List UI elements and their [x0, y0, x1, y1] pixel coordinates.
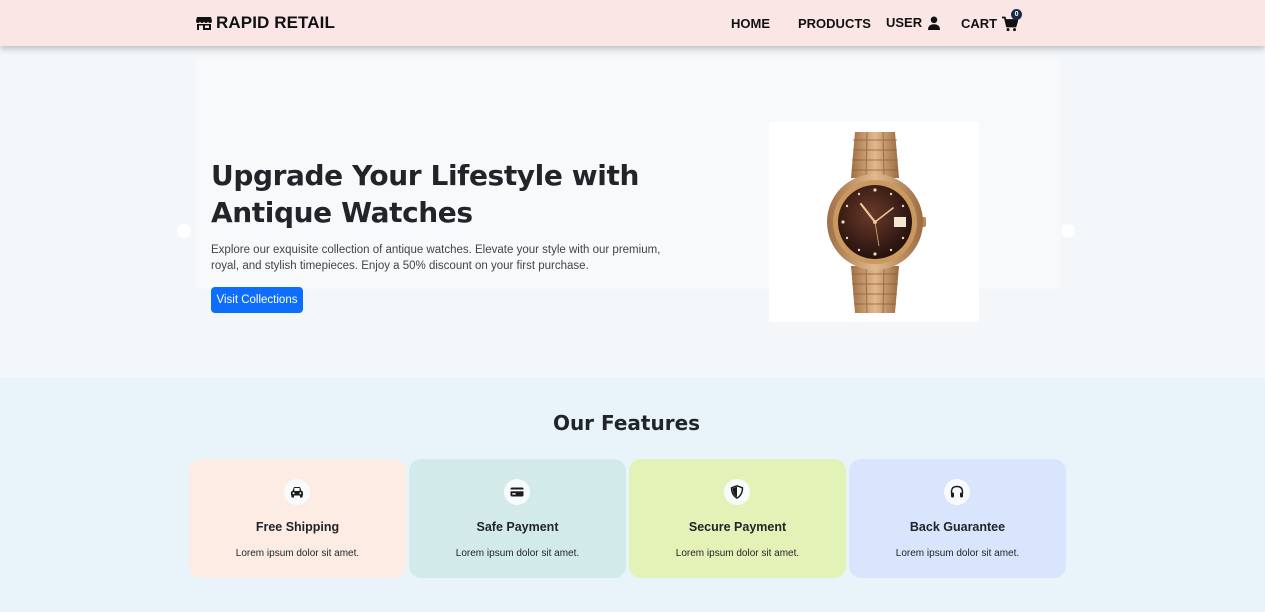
watch-illustration — [827, 131, 926, 314]
feature-icon-wrapper — [504, 479, 530, 505]
feature-description: Lorem ipsum dolor sit amet. — [895, 548, 1020, 559]
brand-logo[interactable]: RAPID RETAIL — [196, 14, 335, 32]
feature-icon-wrapper — [284, 479, 310, 505]
carousel-next-icon[interactable] — [1061, 224, 1075, 238]
nav-home-link[interactable]: HOME — [731, 16, 770, 32]
visit-collections-button[interactable]: Visit Collections — [211, 287, 303, 313]
feature-title: Back Guarantee — [909, 520, 1006, 534]
feature-card-secure-payment: Secure Payment Lorem ipsum dolor sit ame… — [629, 459, 846, 578]
feature-icon-wrapper — [944, 479, 970, 505]
watch-image — [769, 122, 979, 322]
features-title: Our Features — [552, 411, 701, 435]
feature-title: Secure Payment — [688, 520, 787, 534]
nav-user-link[interactable]: USER — [886, 15, 941, 31]
feature-title: Safe Payment — [476, 520, 559, 534]
car-icon — [291, 487, 303, 498]
hero-description: Explore our exquisite collection of anti… — [211, 244, 661, 272]
feature-description: Lorem ipsum dolor sit amet. — [235, 548, 360, 559]
headphones-icon — [950, 485, 964, 498]
nav-cart-link[interactable]: CART 0 — [961, 9, 1023, 32]
hero-title: Upgrade Your Lifestyle with Antique Watc… — [211, 159, 639, 229]
nav-user-label: USER — [886, 15, 923, 30]
nav-products-link[interactable]: PRODUCTS — [798, 16, 871, 32]
user-icon — [928, 16, 941, 30]
navbar: RAPID RETAIL HOME PRODUCTS USER CART 0 — [0, 0, 1265, 46]
cart-icon-wrapper: 0 — [1002, 9, 1023, 32]
brand-name: RAPID RETAIL — [216, 13, 335, 32]
shield-icon — [730, 485, 744, 499]
feature-icon-wrapper — [724, 479, 750, 505]
feature-title: Free Shipping — [255, 520, 340, 534]
feature-card-free-shipping: Free Shipping Lorem ipsum dolor sit amet… — [189, 459, 406, 578]
nav-cart-label: CART — [961, 16, 998, 31]
feature-card-back-guarantee: Back Guarantee Lorem ipsum dolor sit ame… — [849, 459, 1066, 578]
feature-card-safe-payment: Safe Payment Lorem ipsum dolor sit amet. — [409, 459, 626, 578]
feature-description: Lorem ipsum dolor sit amet. — [455, 548, 580, 559]
shop-icon — [196, 17, 212, 30]
carousel-prev-icon[interactable] — [177, 224, 191, 238]
credit-card-icon — [510, 487, 524, 497]
cart-count-badge: 0 — [1011, 9, 1023, 20]
feature-description: Lorem ipsum dolor sit amet. — [675, 548, 800, 559]
